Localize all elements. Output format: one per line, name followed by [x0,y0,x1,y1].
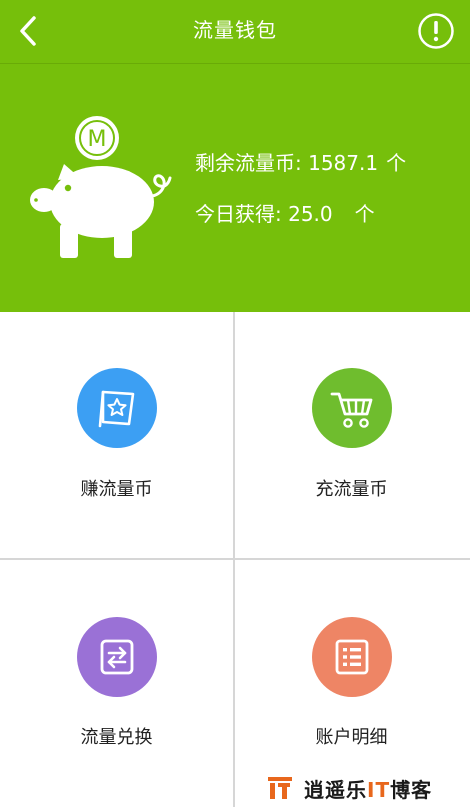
account-details-tile[interactable]: 账户明细 [235,560,468,807]
recharge-coins-tile[interactable]: 充流量币 [235,312,468,558]
app-header: 流量钱包 [0,0,470,64]
list-document-icon [335,639,369,675]
action-grid: 赚流量币 充流量币 流量兑换 账户明细 [0,312,470,807]
coin-balance: 剩余流量币: 1587.1 个 [195,150,406,176]
coin-letter: M [88,127,107,152]
wallet-summary: M 剩余流量币: 1587.1 个 今日获得: 25.0 个 [0,64,470,312]
data-exchange-label: 流量兑换 [80,727,153,748]
exclamation-circle-icon [418,13,454,49]
recharge-coins-label: 充流量币 [315,479,388,500]
cart-icon [330,392,373,428]
today-earned-label: 今日获得: 25.0 [195,202,333,226]
watermark: 逍遥乐IT博客 [268,775,433,802]
account-details-icon-circle [312,617,392,697]
recharge-coins-icon-circle [312,368,392,448]
info-button[interactable] [417,12,455,50]
earn-coins-tile[interactable]: 赚流量币 [0,312,233,558]
watermark-logo [268,777,292,799]
exchange-icon [100,639,134,675]
today-earned-unit: 个 [354,202,375,226]
data-exchange-tile[interactable]: 流量兑换 [0,560,233,807]
earn-coins-label: 赚流量币 [80,479,153,500]
flag-star-icon [98,390,135,428]
today-earned: 今日获得: 25.0 个 [195,201,375,227]
coin-balance-label: 剩余流量币: 1587.1 [195,151,379,175]
coin-balance-unit: 个 [386,151,407,175]
data-exchange-icon-circle [77,617,157,697]
account-details-label: 账户明细 [315,727,388,748]
page-title: 流量钱包 [193,18,277,42]
watermark-text: 逍遥乐IT博客 [304,777,433,802]
piggy-bank-icon: M [30,116,172,258]
earn-coins-icon-circle [77,368,157,448]
